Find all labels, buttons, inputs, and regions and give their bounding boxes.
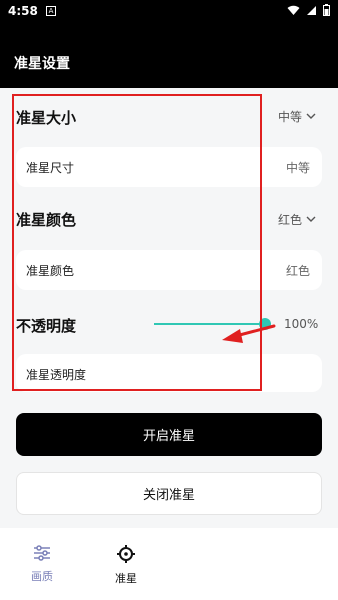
bottom-nav: 画质 准星 bbox=[0, 528, 338, 600]
status-icons bbox=[287, 4, 330, 16]
sliders-icon bbox=[34, 545, 50, 561]
page-title: 准星设置 bbox=[14, 56, 70, 72]
nav-item-crosshair[interactable]: 准星 bbox=[98, 544, 154, 586]
nav-item-quality[interactable]: 画质 bbox=[14, 544, 70, 584]
disable-crosshair-button[interactable]: 关闭准星 bbox=[16, 472, 322, 515]
annotation-arrow-icon bbox=[222, 324, 276, 343]
crosshair-icon bbox=[117, 545, 135, 563]
enable-crosshair-button[interactable]: 开启准星 bbox=[16, 413, 322, 456]
signal-icon bbox=[307, 5, 316, 15]
settings-content: 准星大小 中等 准星尺寸 中等 准星颜色 红色 准星颜色 红色 不透明度 100… bbox=[0, 88, 338, 528]
wifi-icon bbox=[287, 5, 300, 15]
notification-icon: A bbox=[46, 6, 56, 16]
nav-label-crosshair: 准星 bbox=[115, 572, 137, 585]
app-bar: 准星设置 bbox=[0, 24, 338, 88]
battery-icon bbox=[323, 4, 330, 16]
status-time: 4:58 bbox=[8, 4, 38, 18]
status-bar: 4:58 A bbox=[0, 0, 338, 24]
nav-label-quality: 画质 bbox=[31, 570, 53, 583]
